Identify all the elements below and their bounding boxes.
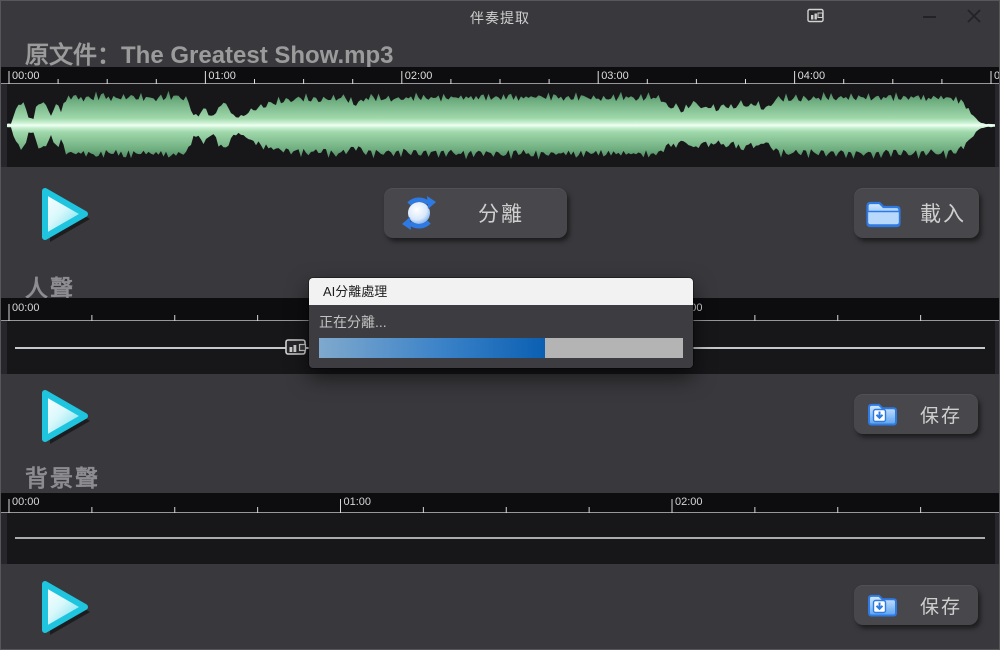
svg-text:05:00: 05:00 <box>994 70 1000 82</box>
load-button[interactable]: 載入 <box>854 188 979 238</box>
accompaniment-extractor-window: 伴奏提取 原文件：The Greatest Show.mp3 00:00 01:0… <box>0 0 1000 650</box>
source-timeline-ruler: 00:00 01:00 02:00 03:00 04:00 05:00 <box>1 67 1000 84</box>
progress-bar <box>319 338 683 358</box>
svg-text:03:00: 03:00 <box>601 70 629 82</box>
folder-open-icon <box>865 198 902 229</box>
save-background-label: 保存 <box>920 592 962 619</box>
close-icon[interactable] <box>965 7 983 25</box>
load-button-label: 載入 <box>920 198 966 228</box>
dialog-body: 正在分離... <box>309 305 693 368</box>
app-window-icon <box>807 8 826 25</box>
titlebar: 伴奏提取 <box>1 1 999 31</box>
play-source-button[interactable] <box>33 181 97 247</box>
save-vocals-button[interactable]: 保存 <box>854 394 978 434</box>
save-vocals-label: 保存 <box>920 401 962 428</box>
svg-text:00:00: 00:00 <box>12 302 40 314</box>
track-edge <box>1 321 7 374</box>
svg-text:04:00: 04:00 <box>798 70 826 82</box>
source-waveform-track[interactable]: 00:00 01:00 02:00 03:00 04:00 05:00 <box>1 67 1000 167</box>
separate-sync-icon <box>400 194 438 232</box>
busy-cursor-icon <box>285 337 312 358</box>
svg-text:02:00: 02:00 <box>405 70 433 82</box>
folder-download-icon <box>867 401 898 428</box>
minimize-button[interactable] <box>921 7 939 25</box>
progress-bar-fill <box>319 338 545 358</box>
svg-text:01:00: 01:00 <box>208 70 236 82</box>
separate-button-label: 分離 <box>478 198 524 228</box>
track-edge <box>995 513 1000 564</box>
background-track[interactable]: 00:00 01:00 02:00 <box>1 493 1000 564</box>
background-section-label: 背景聲 <box>25 459 100 493</box>
play-background-button[interactable] <box>33 574 97 640</box>
svg-text:01:00: 01:00 <box>344 496 372 508</box>
background-timeline-ruler: 00:00 01:00 02:00 <box>1 493 1000 513</box>
track-edge <box>995 321 1000 374</box>
dialog-status-text: 正在分離... <box>319 312 387 332</box>
track-edge <box>1 513 7 564</box>
source-waveform <box>1 84 1000 167</box>
folder-download-icon <box>867 592 898 619</box>
svg-text:00:00: 00:00 <box>12 496 40 508</box>
track-edge <box>995 84 1000 167</box>
background-waveform-centerline <box>15 537 985 539</box>
separate-button[interactable]: 分離 <box>384 188 567 238</box>
save-background-button[interactable]: 保存 <box>854 585 978 625</box>
svg-text:00:00: 00:00 <box>12 70 40 82</box>
window-title: 伴奏提取 <box>1 8 999 28</box>
source-file-label: 原文件：The Greatest Show.mp3 <box>25 35 394 70</box>
play-vocals-button[interactable] <box>33 383 97 449</box>
svg-text:02:00: 02:00 <box>675 496 703 508</box>
track-edge <box>1 84 7 167</box>
dialog-titlebar: AI分離處理 <box>309 278 693 305</box>
ai-separation-dialog: AI分離處理 正在分離... <box>309 278 693 368</box>
